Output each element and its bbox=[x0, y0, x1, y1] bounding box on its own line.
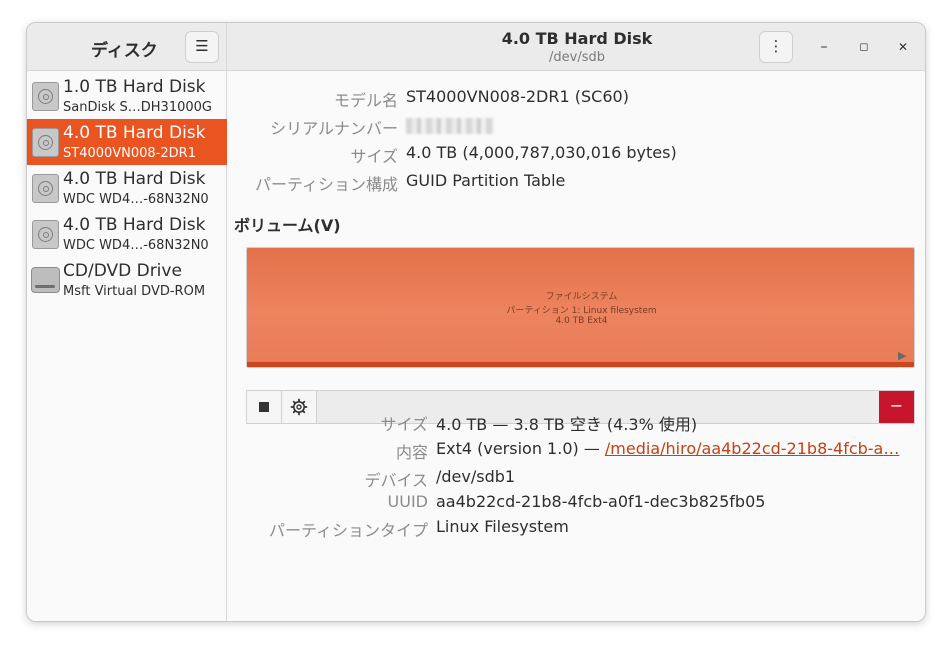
header-bar: ディスク ☰ 4.0 TB Hard Disk /dev/sdb ⋮ – ◻ ✕ bbox=[27, 23, 925, 71]
partitioning-label: パーティション構成 bbox=[254, 175, 398, 194]
model-row: モデル名 ST4000VN008-2DR1 (SC60) bbox=[228, 87, 925, 110]
model-value: ST4000VN008-2DR1 (SC60) bbox=[406, 87, 629, 106]
partition-1-block[interactable]: ファイルシステム パーティション 1: Linux filesystem 4.0… bbox=[247, 248, 914, 364]
uuid-row: UUID aa4b22cd-21b8-4fcb-a0f1-dec3b825fb0… bbox=[228, 492, 925, 514]
drive-model: WDC WD4…-68N32N0 bbox=[63, 238, 209, 253]
contents-text: Ext4 (version 1.0) — bbox=[436, 439, 605, 458]
mount-point-link[interactable]: /media/hiro/aa4b22cd-21b8-4fcb-a… bbox=[605, 439, 899, 458]
device-value: /dev/sdb1 bbox=[436, 467, 516, 486]
contents-value: Ext4 (version 1.0) — /media/hiro/aa4b22c… bbox=[436, 439, 899, 458]
drive-name: 4.0 TB Hard Disk bbox=[63, 123, 206, 143]
partition-selection-bar bbox=[247, 362, 914, 367]
contents-label: 内容 bbox=[395, 443, 428, 462]
partition-size-label: サイズ bbox=[380, 415, 428, 434]
contents-row: 内容 Ext4 (version 1.0) — /media/hiro/aa4b… bbox=[228, 439, 925, 462]
drive-model: WDC WD4…-68N32N0 bbox=[63, 192, 209, 207]
uuid-value: aa4b22cd-21b8-4fcb-a0f1-dec3b825fb05 bbox=[436, 492, 766, 511]
size-row: サイズ 4.0 TB (4,000,787,030,016 bytes) bbox=[228, 143, 925, 166]
optical-drive-icon bbox=[31, 267, 60, 293]
drive-name: 1.0 TB Hard Disk bbox=[63, 77, 206, 97]
size-label: サイズ bbox=[350, 147, 398, 166]
minimize-button[interactable]: – bbox=[813, 37, 835, 59]
serial-label: シリアルナンバー bbox=[270, 119, 398, 138]
serial-value-redacted bbox=[406, 118, 494, 134]
minimize-icon: – bbox=[820, 39, 828, 55]
drive-name: 4.0 TB Hard Disk bbox=[63, 169, 206, 189]
drive-item-1tb[interactable]: 1.0 TB Hard Disk SanDisk S…DH31000G bbox=[27, 73, 227, 119]
sidebar-header: ディスク ☰ bbox=[27, 23, 227, 71]
partitioning-row: パーティション構成 GUID Partition Table bbox=[228, 171, 925, 194]
menu-button[interactable]: ☰ bbox=[185, 31, 219, 63]
close-button[interactable]: ✕ bbox=[892, 37, 914, 59]
device-label: デバイス bbox=[364, 471, 428, 490]
model-label: モデル名 bbox=[333, 91, 398, 110]
disks-window: ディスク ☰ 4.0 TB Hard Disk /dev/sdb ⋮ – ◻ ✕… bbox=[26, 22, 926, 622]
drive-list: 1.0 TB Hard Disk SanDisk S…DH31000G 4.0 … bbox=[27, 71, 227, 621]
hard-disk-icon bbox=[32, 82, 59, 111]
drive-model: SanDisk S…DH31000G bbox=[63, 100, 212, 115]
hard-disk-icon bbox=[32, 220, 59, 249]
close-icon: ✕ bbox=[897, 40, 909, 54]
serial-row: シリアルナンバー bbox=[228, 115, 925, 138]
uuid-label: UUID bbox=[387, 492, 428, 511]
maximize-button[interactable]: ◻ bbox=[853, 37, 875, 59]
volume-map: ファイルシステム パーティション 1: Linux filesystem 4.0… bbox=[246, 247, 915, 368]
partitioning-value: GUID Partition Table bbox=[406, 171, 566, 190]
drive-model: Msft Virtual DVD-ROM bbox=[63, 284, 206, 299]
partition-size-row: サイズ 4.0 TB — 3.8 TB 空き (4.3% 使用) bbox=[228, 411, 925, 434]
hard-disk-icon bbox=[32, 128, 59, 157]
volumes-heading: ボリューム(V) bbox=[234, 216, 341, 235]
hard-disk-icon bbox=[32, 174, 59, 203]
device-row: デバイス /dev/sdb1 bbox=[228, 467, 925, 490]
scroll-right-arrow-icon: ▶ bbox=[898, 349, 907, 362]
size-value: 4.0 TB (4,000,787,030,016 bytes) bbox=[406, 143, 677, 162]
partition-name-text: パーティション 1: Linux filesystem bbox=[506, 306, 657, 316]
hamburger-menu-icon: ☰ bbox=[195, 37, 209, 55]
disk-details-panel: モデル名 ST4000VN008-2DR1 (SC60) シリアルナンバー サイ… bbox=[228, 71, 925, 621]
partition-type-value: Linux Filesystem bbox=[436, 517, 569, 536]
sidebar-title: ディスク bbox=[91, 41, 158, 61]
partition-size-text: 4.0 TB Ext4 bbox=[555, 316, 608, 326]
drive-item-4tb-wdc-2[interactable]: 4.0 TB Hard Disk WDC WD4…-68N32N0 bbox=[27, 211, 227, 257]
drive-options-button[interactable]: ⋮ bbox=[759, 31, 793, 63]
stop-icon bbox=[259, 401, 269, 412]
partition-type-label: パーティションタイプ bbox=[268, 521, 428, 540]
drive-model: ST4000VN008-2DR1 bbox=[63, 146, 196, 161]
partition-type-text: ファイルシステム bbox=[545, 292, 618, 302]
drive-item-4tb-selected[interactable]: 4.0 TB Hard Disk ST4000VN008-2DR1 bbox=[27, 119, 227, 165]
partition-size-value: 4.0 TB — 3.8 TB 空き (4.3% 使用) bbox=[436, 415, 698, 434]
drive-name: CD/DVD Drive bbox=[63, 261, 182, 281]
partition-type-row: パーティションタイプ Linux Filesystem bbox=[228, 517, 925, 540]
maximize-icon: ◻ bbox=[859, 40, 869, 53]
drive-name: 4.0 TB Hard Disk bbox=[63, 215, 206, 235]
drive-item-4tb-wdc-1[interactable]: 4.0 TB Hard Disk WDC WD4…-68N32N0 bbox=[27, 165, 227, 211]
kebab-menu-icon: ⋮ bbox=[768, 37, 784, 55]
drive-item-dvd[interactable]: CD/DVD Drive Msft Virtual DVD-ROM bbox=[27, 257, 227, 303]
